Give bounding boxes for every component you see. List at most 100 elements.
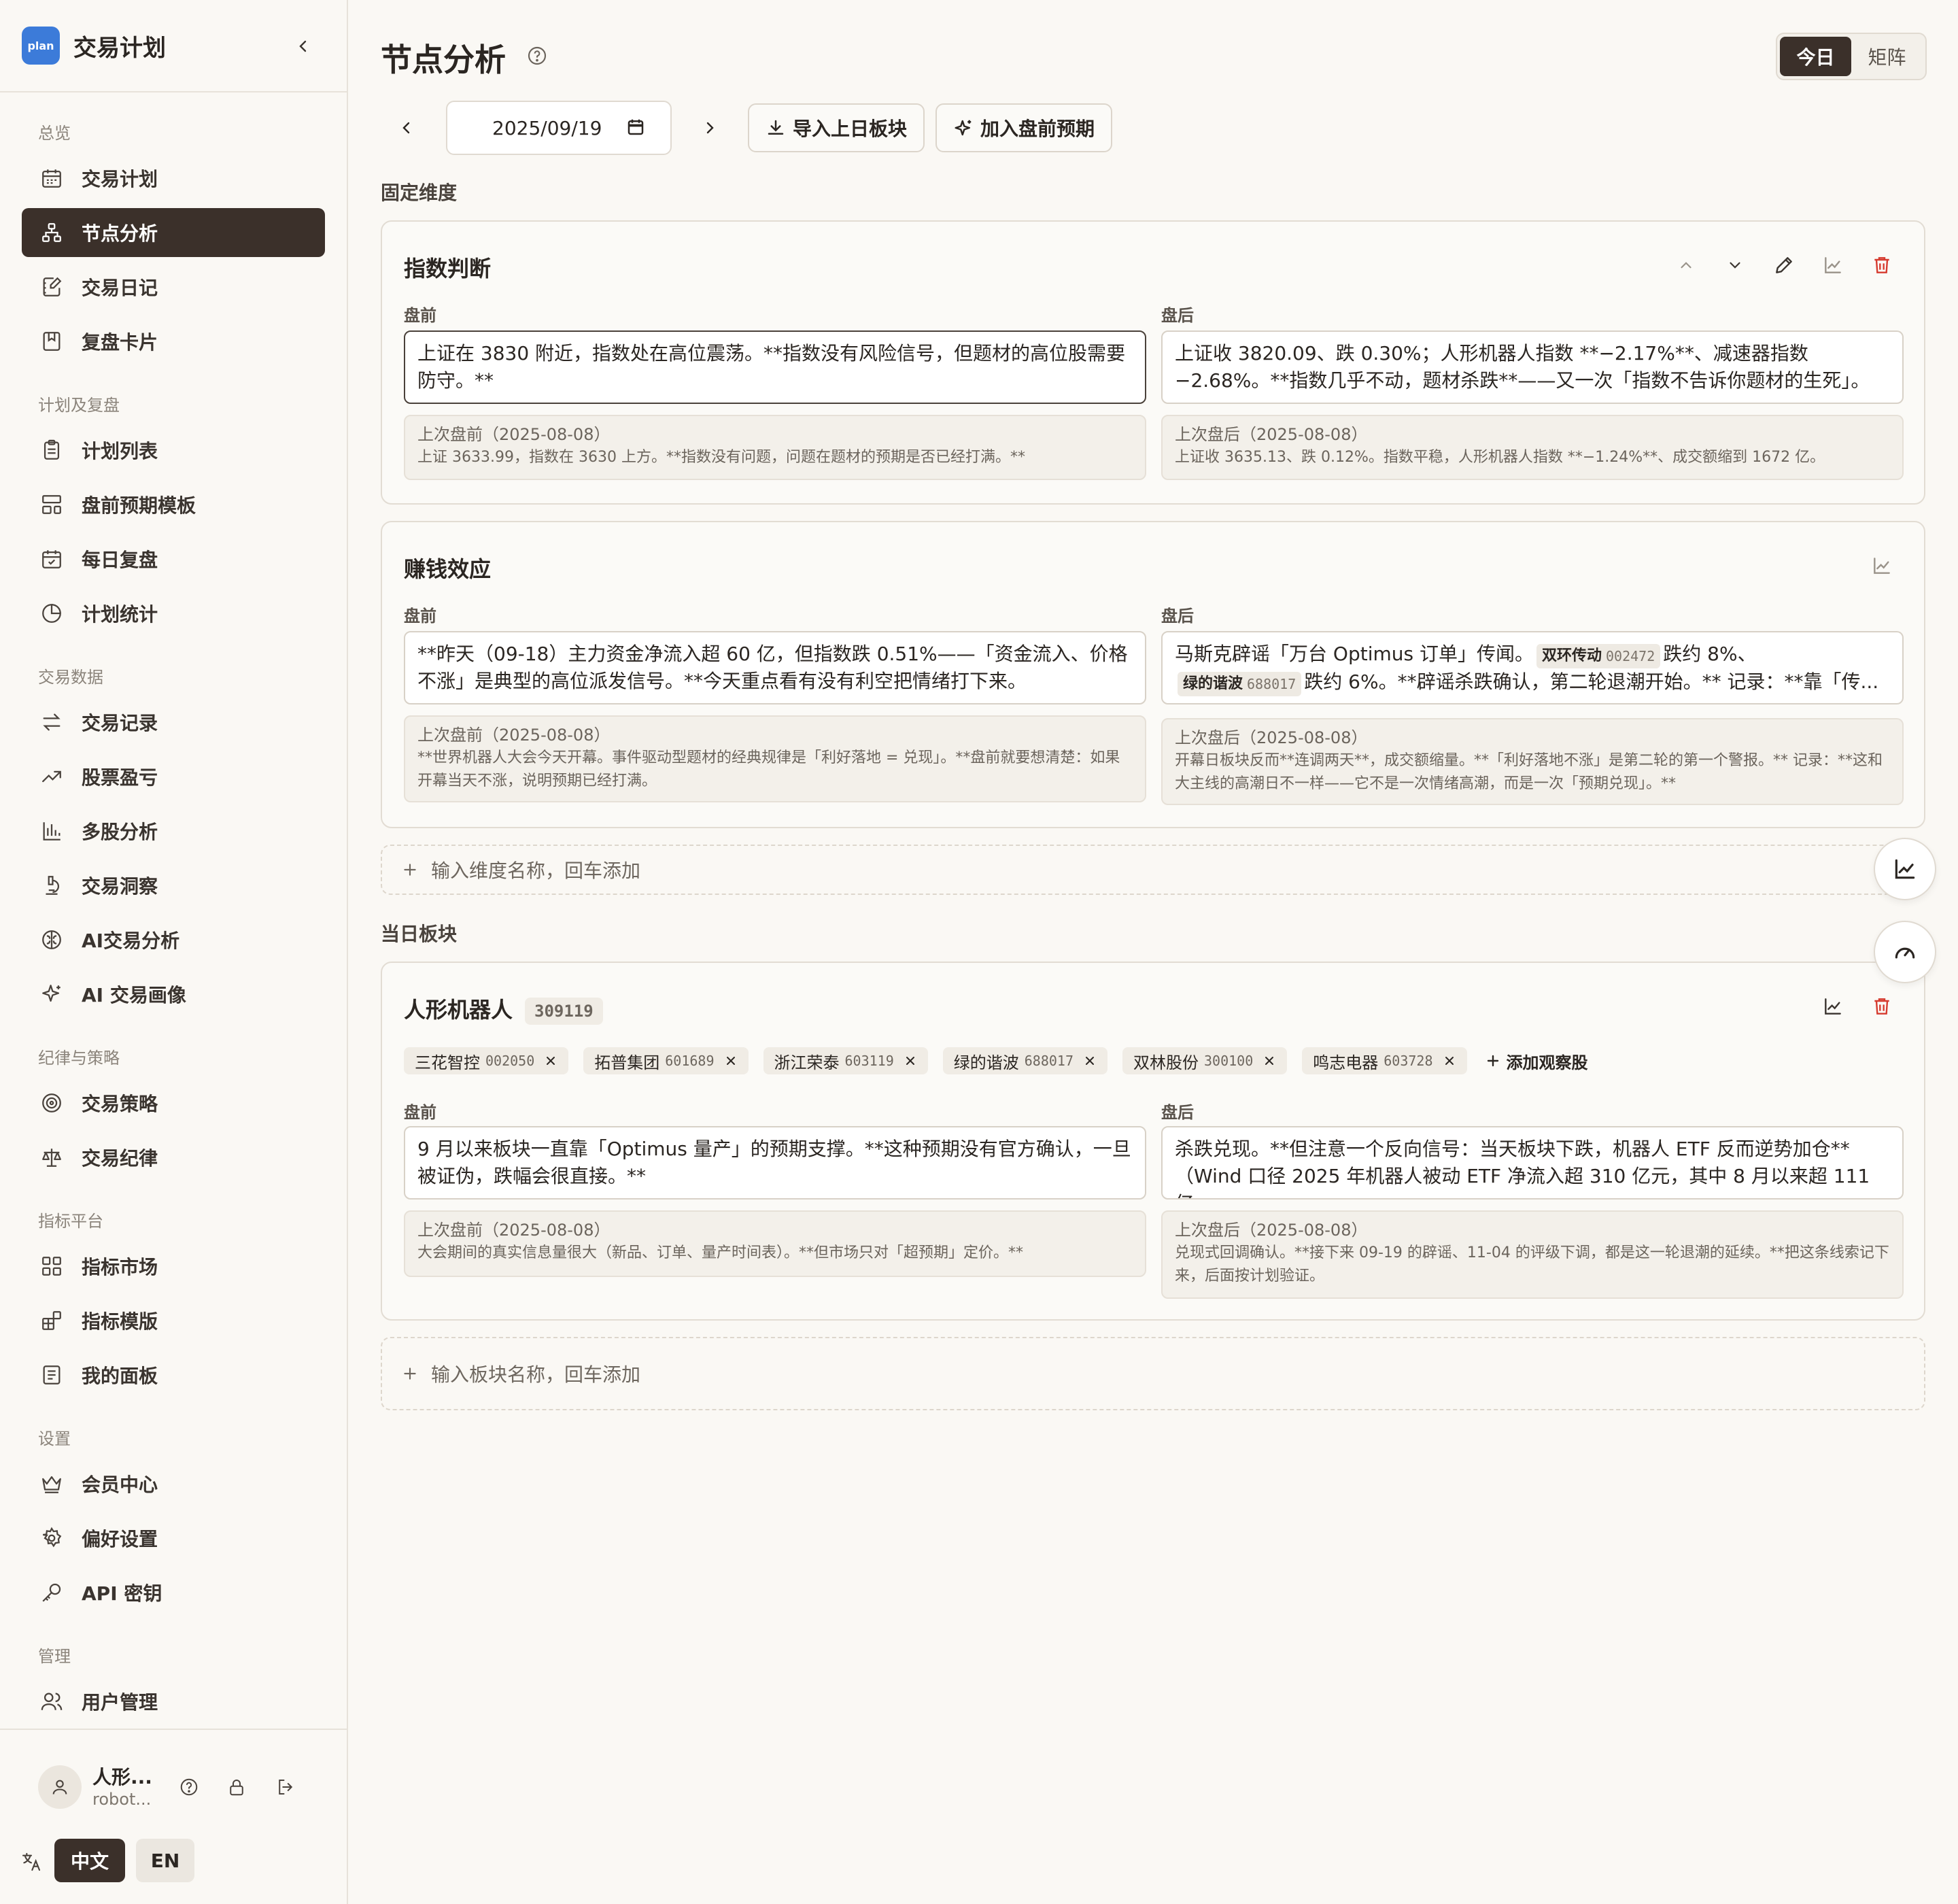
stock-tag: 鸣志电器 603728 xyxy=(1302,1047,1467,1074)
main-content: 节点分析 今日 矩阵 2025/09/19 导入上日板块 加入盘前预期 固定维度… xyxy=(348,0,1958,1904)
sidebar-item-label: 我的面板 xyxy=(82,1365,158,1387)
sidebar-item-label: 交易洞察 xyxy=(82,875,158,898)
translate-icon xyxy=(19,1850,44,1874)
sidebar-item-trade-insight[interactable]: 交易洞察 xyxy=(22,861,325,910)
sidebar-item-label: 盘前预期模板 xyxy=(82,494,196,517)
sidebar-item-my-panel[interactable]: 我的面板 xyxy=(22,1350,325,1399)
logout-icon[interactable] xyxy=(273,1775,298,1799)
sidebar-item-daily-review[interactable]: 每日复盘 xyxy=(22,534,325,583)
premarket-input[interactable]: **昨天（09-18）主力资金净流入超 60 亿，但指数跌 0.51%——「资金… xyxy=(404,631,1146,704)
stock-tag: 三花智控 002050 xyxy=(404,1047,569,1074)
stock-chip[interactable]: 绿的谐波 688017 xyxy=(1178,672,1302,696)
crown-icon xyxy=(38,1470,65,1497)
help-icon[interactable] xyxy=(526,45,548,67)
sidebar-item-review-cards[interactable]: 复盘卡片 xyxy=(22,317,325,366)
sidebar-item-indicator-market[interactable]: 指标市场 xyxy=(22,1242,325,1291)
postmarket-input[interactable]: 杀跌兑现。**但注意一个反向信号：当天板块下跌，机器人 ETF 反而逆势加仓**… xyxy=(1161,1126,1904,1200)
premarket-input[interactable]: 上证在 3830 附近，指数处在高位震荡。**指数没有风险信号，但题材的高位股需… xyxy=(404,330,1146,404)
view-today-button[interactable]: 今日 xyxy=(1780,37,1851,76)
sidebar-item-label: 节点分析 xyxy=(82,222,158,245)
view-matrix-button[interactable]: 矩阵 xyxy=(1851,37,1923,76)
sidebar-item-trade-records[interactable]: 交易记录 xyxy=(22,698,325,747)
template-icon xyxy=(38,491,65,518)
stock-chip[interactable]: 双环传动 002472 xyxy=(1536,644,1661,668)
brand-header: plan 交易计划 xyxy=(0,0,347,92)
sidebar-item-discipline[interactable]: 交易纪律 xyxy=(22,1133,325,1182)
sidebar-item-trade-plan[interactable]: 交易计划 xyxy=(22,154,325,203)
delete-icon[interactable] xyxy=(1870,253,1894,277)
sidebar-item-premarket-template[interactable]: 盘前预期模板 xyxy=(22,480,325,529)
sparkles-icon xyxy=(955,120,972,136)
sidebar-item-indicator-template[interactable]: 指标模版 xyxy=(22,1296,325,1345)
calendar-icon[interactable] xyxy=(625,117,646,137)
premarket-label: 盘前 xyxy=(404,1103,436,1122)
date-input[interactable]: 2025/09/19 xyxy=(446,101,672,155)
sidebar-item-label: API 密钥 xyxy=(82,1582,162,1605)
edit-icon[interactable] xyxy=(1772,253,1796,277)
remove-icon[interactable] xyxy=(724,1054,738,1068)
sidebar-item-plan-list[interactable]: 计划列表 xyxy=(22,426,325,475)
sidebar-item-node-analysis[interactable]: 节点分析 xyxy=(22,208,325,257)
sidebar-item-ai-profile[interactable]: AI 交易画像 xyxy=(22,970,325,1019)
help-icon[interactable] xyxy=(177,1775,201,1799)
sidebar-item-api-keys[interactable]: API 密钥 xyxy=(22,1568,325,1617)
sidebar-item-multi-stock[interactable]: 多股分析 xyxy=(22,806,325,855)
sidebar-item-preferences[interactable]: 偏好设置 xyxy=(22,1514,325,1563)
remove-icon[interactable] xyxy=(1443,1054,1456,1068)
sidebar-item-label: 偏好设置 xyxy=(82,1528,158,1550)
chart-icon[interactable] xyxy=(1821,994,1845,1019)
sidebar-item-stock-pnl[interactable]: 股票盈亏 xyxy=(22,752,325,801)
add-premarket-button[interactable]: 加入盘前预期 xyxy=(935,103,1113,152)
chart-icon[interactable] xyxy=(1821,253,1845,277)
view-toggle: 今日 矩阵 xyxy=(1776,33,1927,80)
sidebar-item-membership[interactable]: 会员中心 xyxy=(22,1459,325,1508)
plus-icon xyxy=(404,1367,416,1380)
postmarket-label: 盘后 xyxy=(1161,607,1194,626)
sector-code: 309119 xyxy=(525,998,603,1025)
sidebar-item-ai-analysis[interactable]: AI交易分析 xyxy=(22,915,325,964)
delete-icon[interactable] xyxy=(1870,994,1894,1019)
page-title: 节点分析 xyxy=(381,41,506,78)
gauge-float-button[interactable] xyxy=(1874,921,1936,983)
lang-en-button[interactable]: EN xyxy=(136,1839,194,1882)
sidebar-item-label: 会员中心 xyxy=(82,1474,158,1496)
users-icon xyxy=(38,1688,65,1715)
remove-icon[interactable] xyxy=(1083,1054,1097,1068)
remove-icon[interactable] xyxy=(1263,1054,1276,1068)
lang-zh-button[interactable]: 中文 xyxy=(54,1839,125,1882)
sidebar-item-label: 多股分析 xyxy=(82,821,158,843)
previous-postmarket-text: 开幕日板块反而**连调两天**，成交额缩量。**「利好落地不涨」是第二轮的第一个… xyxy=(1175,752,1883,792)
sector-card: 人形机器人 309119 三花智控 002050 拓普集团 601689 浙江荣泰 60… xyxy=(381,962,1925,1321)
remove-icon[interactable] xyxy=(544,1054,557,1068)
sidebar-footer: 人形... robot... 中文 EN xyxy=(0,1729,347,1904)
sidebar-item-trade-journal[interactable]: 交易日记 xyxy=(22,262,325,311)
nav-group-title: 管理 xyxy=(38,1647,71,1666)
next-date-icon[interactable] xyxy=(696,114,723,141)
add-dimension-input[interactable]: 输入维度名称，回车添加 xyxy=(381,845,1925,895)
postmarket-input[interactable]: 马斯克辟谣「万台 Optimus 订单」传闻。 双环传动 002472 跌约 8%、绿… xyxy=(1161,631,1904,704)
stock-tag: 拓普集团 601689 xyxy=(583,1047,749,1074)
chart-icon[interactable] xyxy=(1870,554,1894,578)
move-down-icon[interactable] xyxy=(1723,253,1747,277)
premarket-input[interactable]: 9 月以来板块一直靠「Optimus 量产」的预期支撑。**这种预期没有官方确认… xyxy=(404,1126,1146,1200)
card-title: 赚钱效应 xyxy=(404,556,492,582)
chart-float-button[interactable] xyxy=(1874,838,1936,900)
add-watch-stock-button[interactable]: 添加观察股 xyxy=(1485,1049,1588,1073)
previous-postmarket-text: 上证收 3635.13、跌 0.12%。指数平稳，人形机器人指数 **−1.24… xyxy=(1175,449,1825,466)
hierarchy-icon xyxy=(38,219,65,246)
prev-date-icon[interactable] xyxy=(393,114,420,141)
postmarket-input[interactable]: 上证收 3820.09、跌 0.30%；人形机器人指数 **−2.17%**、减… xyxy=(1161,330,1904,404)
add-sector-input[interactable]: 输入板块名称，回车添加 xyxy=(381,1337,1925,1410)
journal-icon xyxy=(38,273,65,301)
remove-icon[interactable] xyxy=(904,1054,917,1068)
import-sectors-button[interactable]: 导入上日板块 xyxy=(748,103,925,152)
sidebar-item-plan-stats[interactable]: 计划统计 xyxy=(22,589,325,638)
lock-icon[interactable] xyxy=(224,1775,249,1799)
sidebar-item-strategy[interactable]: 交易策略 xyxy=(22,1078,325,1127)
avatar[interactable] xyxy=(38,1765,82,1809)
nav-group-title: 指标平台 xyxy=(38,1212,103,1231)
move-up-icon[interactable] xyxy=(1674,253,1698,277)
collapse-sidebar-icon[interactable] xyxy=(290,33,317,60)
panel-icon xyxy=(38,1361,65,1389)
sidebar-item-user-management[interactable]: 用户管理 xyxy=(22,1677,325,1726)
